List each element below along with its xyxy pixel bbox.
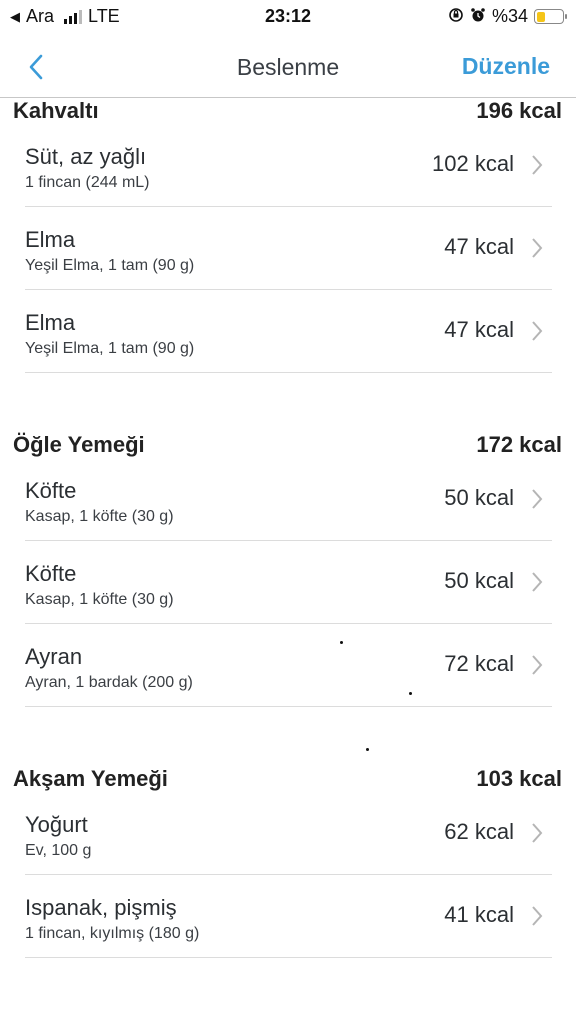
food-item[interactable]: Ispanak, pişmiş 1 fincan, kıyılmış (180 … bbox=[25, 875, 552, 958]
chevron-right-icon bbox=[532, 321, 543, 341]
food-name: Elma bbox=[25, 310, 76, 335]
food-item[interactable]: Köfte Kasap, 1 köfte (30 g) 50 kcal bbox=[25, 541, 552, 624]
food-item[interactable]: Yoğurt Ev, 100 g 62 kcal bbox=[25, 792, 552, 875]
stray-dot bbox=[366, 748, 369, 751]
food-kcal: 102 kcal bbox=[432, 151, 514, 176]
food-item[interactable]: Elma Yeşil Elma, 1 tam (90 g) 47 kcal bbox=[25, 290, 552, 373]
section-total-kcal: 103 kcal bbox=[476, 766, 562, 791]
stray-dot bbox=[409, 692, 412, 695]
battery-icon bbox=[534, 9, 567, 24]
food-kcal: 41 kcal bbox=[444, 902, 514, 927]
status-bar: ◀ Ara LTE 23:12 %34 bbox=[0, 0, 576, 34]
orientation-lock-icon bbox=[448, 7, 464, 27]
food-portion: Kasap, 1 köfte (30 g) bbox=[25, 508, 174, 525]
section-header: Öğle Yemeği 172 kcal bbox=[0, 432, 576, 458]
food-portion: Yeşil Elma, 1 tam (90 g) bbox=[25, 340, 195, 357]
food-kcal: 72 kcal bbox=[444, 651, 514, 676]
meal-section-breakfast: Kahvaltı 196 kcal Süt, az yağlı 1 fincan… bbox=[0, 98, 576, 373]
chevron-right-icon bbox=[532, 238, 543, 258]
section-title: Öğle Yemeği bbox=[13, 432, 145, 457]
meal-section-lunch: Öğle Yemeği 172 kcal Köfte Kasap, 1 köft… bbox=[0, 432, 576, 707]
food-item[interactable]: Süt, az yağlı 1 fincan (244 mL) 102 kcal bbox=[25, 124, 552, 207]
section-header: Kahvaltı 196 kcal bbox=[0, 98, 576, 124]
chevron-right-icon bbox=[532, 155, 543, 175]
chevron-right-icon bbox=[532, 489, 543, 509]
chevron-right-icon bbox=[532, 823, 543, 843]
food-portion: Ev, 100 g bbox=[25, 842, 92, 859]
food-name: Köfte bbox=[25, 561, 77, 586]
food-kcal: 47 kcal bbox=[444, 234, 514, 259]
food-portion: Yeşil Elma, 1 tam (90 g) bbox=[25, 257, 195, 274]
food-kcal: 47 kcal bbox=[444, 317, 514, 342]
food-name: Yoğurt bbox=[25, 812, 88, 837]
section-title: Akşam Yemeği bbox=[13, 766, 168, 791]
food-name: Köfte bbox=[25, 478, 77, 503]
food-item[interactable]: Elma Yeşil Elma, 1 tam (90 g) 47 kcal bbox=[25, 207, 552, 290]
food-name: Süt, az yağlı bbox=[25, 144, 147, 169]
section-total-kcal: 172 kcal bbox=[476, 432, 562, 457]
chevron-right-icon bbox=[532, 906, 543, 926]
chevron-right-icon bbox=[532, 572, 543, 592]
food-portion: Kasap, 1 köfte (30 g) bbox=[25, 591, 174, 608]
food-item[interactable]: Ayran Ayran, 1 bardak (200 g) 72 kcal bbox=[25, 624, 552, 707]
food-portion: Ayran, 1 bardak (200 g) bbox=[25, 674, 193, 691]
food-name: Ispanak, pişmiş bbox=[25, 895, 177, 920]
food-kcal: 62 kcal bbox=[444, 819, 514, 844]
battery-level-fill bbox=[536, 11, 545, 22]
chevron-right-icon bbox=[532, 655, 543, 675]
meal-section-dinner: Akşam Yemeği 103 kcal Yoğurt Ev, 100 g 6… bbox=[0, 766, 576, 958]
alarm-clock-icon bbox=[470, 7, 486, 27]
food-portion: 1 fincan, kıyılmış (180 g) bbox=[25, 925, 200, 942]
food-name: Elma bbox=[25, 227, 76, 252]
meal-list: Kahvaltı 196 kcal Süt, az yağlı 1 fincan… bbox=[0, 98, 576, 1024]
battery-percent: %34 bbox=[491, 6, 528, 26]
navigation-bar: Beslenme Düzenle bbox=[0, 34, 576, 98]
status-right: %34 bbox=[448, 6, 567, 27]
food-item[interactable]: Köfte Kasap, 1 köfte (30 g) 50 kcal bbox=[25, 458, 552, 541]
edit-button[interactable]: Düzenle bbox=[462, 53, 550, 80]
section-header: Akşam Yemeği 103 kcal bbox=[0, 766, 576, 792]
section-total-kcal: 196 kcal bbox=[476, 98, 562, 123]
food-name: Ayran bbox=[25, 644, 83, 669]
food-kcal: 50 kcal bbox=[444, 485, 514, 510]
food-portion: 1 fincan (244 mL) bbox=[25, 174, 150, 191]
section-title: Kahvaltı bbox=[13, 98, 99, 123]
stray-dot bbox=[340, 641, 343, 644]
food-kcal: 50 kcal bbox=[444, 568, 514, 593]
